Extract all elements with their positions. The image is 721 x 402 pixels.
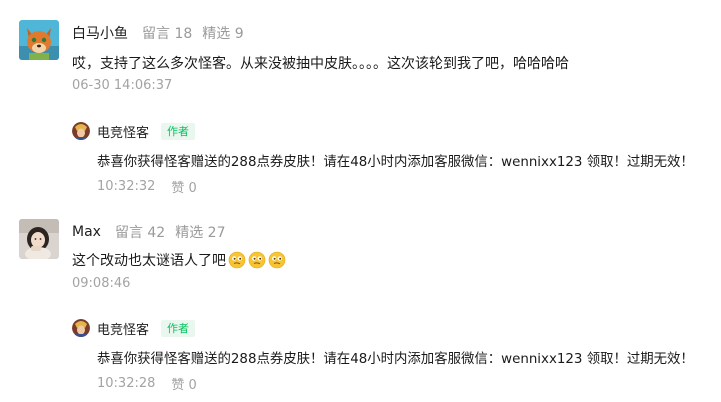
thinking-face-emoji — [268, 251, 286, 269]
thinking-face-emoji — [248, 251, 266, 269]
commenter-name[interactable]: Max — [72, 224, 101, 240]
author-badge: 作者 — [161, 319, 196, 337]
girl-photo-avatar-icon[interactable] — [19, 219, 59, 259]
reply-meta: 电竞怪客 作者 — [97, 319, 196, 338]
thinking-face-emoji — [228, 251, 246, 269]
comment-text: 哎，支持了这么多次怪客。从来没被抽中皮肤。。。。这次该轮到我了吧，哈哈哈哈 — [72, 56, 569, 72]
message-count: 留言 18 — [142, 26, 193, 42]
comment-item: Max 留言 42 精选 27 这个改动也太谜语人了吧 09:08:46 电竞怪… — [19, 219, 719, 399]
reply-author-name[interactable]: 电竞怪客 — [97, 319, 149, 338]
comment-time: 09:08:46 — [72, 276, 131, 291]
reply-author-name[interactable]: 电竞怪客 — [97, 122, 149, 141]
comment-item: 白马小鱼 留言 18 精选 9 哎，支持了这么多次怪客。从来没被抽中皮肤。。。。… — [19, 20, 719, 200]
comment-text-line: 这个改动也太谜语人了吧 — [72, 250, 286, 270]
reply-text: 恭喜你获得怪客赠送的288点券皮肤！请在48小时内添加客服微信：wennixx1… — [97, 155, 694, 170]
reply-footer: 10:32:32 赞 0 — [97, 177, 197, 196]
reply-time: 10:32:32 — [97, 179, 156, 194]
comment-time: 06-30 14:06:37 — [72, 78, 173, 93]
like-button[interactable]: 赞 0 — [171, 177, 196, 196]
reply-text: 恭喜你获得怪客赠送的288点券皮肤！请在48小时内添加客服微信：wennixx1… — [97, 352, 694, 367]
hero-avatar-icon[interactable] — [72, 319, 90, 337]
featured-count: 精选 27 — [175, 225, 226, 241]
reply-footer: 10:32:28 赞 0 — [97, 374, 197, 393]
reply-meta: 电竞怪客 作者 — [97, 122, 196, 141]
reply-time: 10:32:28 — [97, 376, 156, 391]
fox-avatar-icon[interactable] — [19, 20, 59, 60]
message-count: 留言 42 — [114, 225, 166, 241]
comment-meta: Max 留言 42 精选 27 — [72, 222, 225, 242]
featured-count: 精选 9 — [202, 26, 244, 42]
author-badge: 作者 — [161, 122, 196, 140]
hero-avatar-icon[interactable] — [72, 122, 90, 140]
comment-text: 这个改动也太谜语人了吧 — [72, 253, 226, 269]
comment-meta: 白马小鱼 留言 18 精选 9 — [72, 23, 244, 43]
commenter-name[interactable]: 白马小鱼 — [72, 23, 128, 43]
like-button[interactable]: 赞 0 — [171, 374, 196, 393]
